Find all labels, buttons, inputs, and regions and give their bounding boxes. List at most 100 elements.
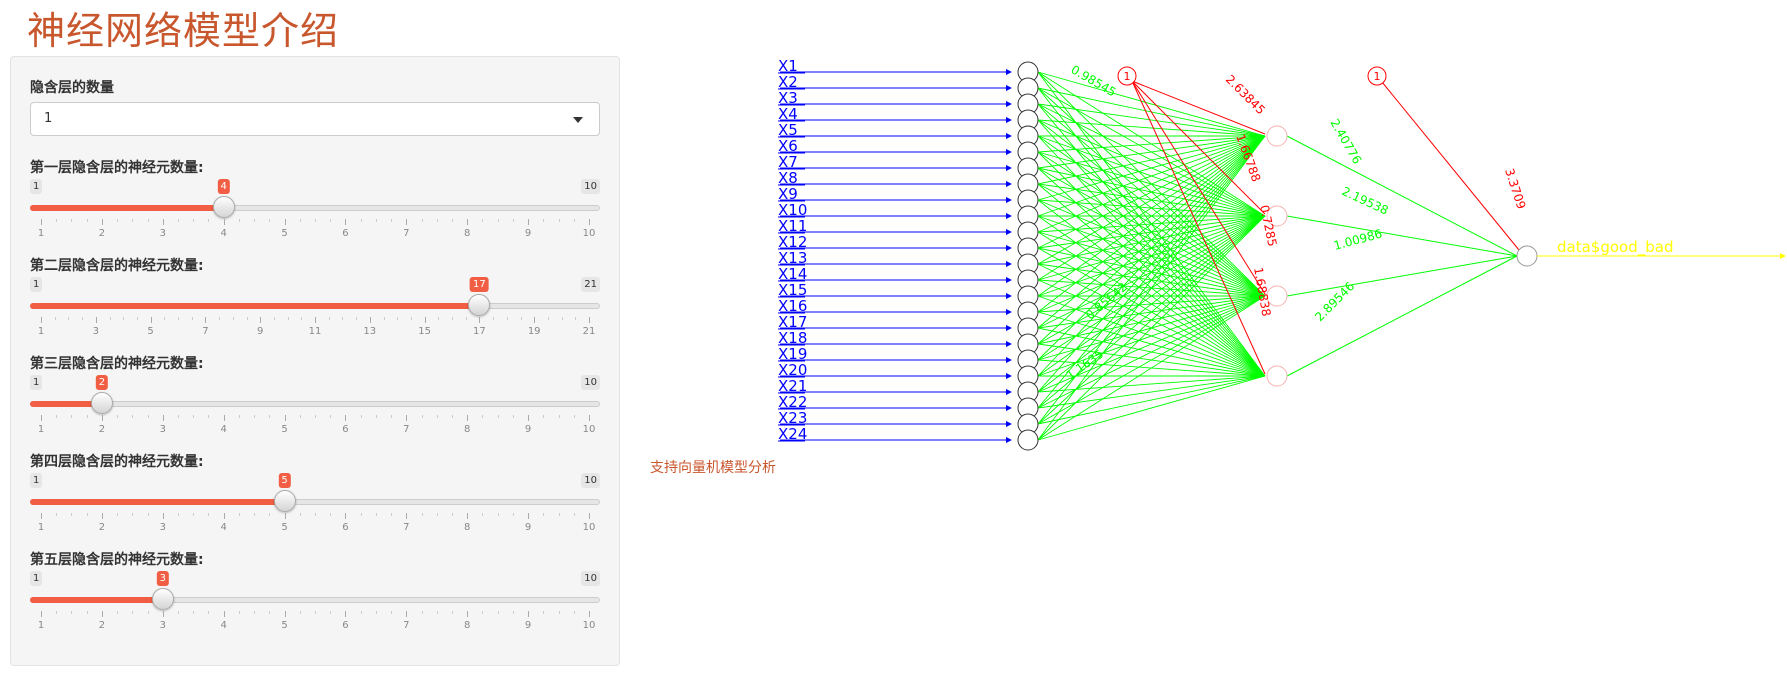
grid-label: 3 (92, 326, 99, 337)
grid-tick (260, 317, 262, 323)
grid-label: 4 (220, 522, 227, 533)
grid-label: 13 (363, 326, 377, 337)
grid-minor-tick (383, 317, 385, 320)
layer-1-neuron-slider[interactable]: 1 10 4 1 2 3 4 5 6 7 8 9 10 (30, 179, 600, 239)
grid-minor-tick (208, 513, 210, 516)
grid-minor-tick (520, 317, 522, 320)
grid-minor-tick (82, 317, 84, 320)
grid-minor-tick (232, 317, 234, 320)
grid-minor-tick (238, 219, 240, 222)
slider-3-label: 第三层隐含层的神经元数量: (30, 356, 204, 372)
slider-handle[interactable] (212, 196, 235, 218)
grid-minor-tick (178, 415, 179, 418)
grid-minor-tick (558, 611, 560, 614)
grid-minor-tick (86, 219, 88, 222)
weight-line (1037, 135, 1266, 201)
grid-tick (528, 611, 530, 617)
layer-5-neuron-slider[interactable]: 1 10 3 1 2 3 4 5 6 7 8 9 10 (30, 571, 600, 631)
grid-label: 9 (257, 326, 264, 337)
grid-minor-tick (493, 317, 495, 320)
layer-4-neuron-slider[interactable]: 1 10 5 1 2 3 4 5 6 7 8 9 10 (30, 473, 600, 533)
slider-value-label: 5 (278, 473, 291, 488)
weight-line (1037, 135, 1266, 281)
sidebar-panel: 隐含层的数量 1 第一层隐含层的神经元数量: 1 10 4 1 2 3 4 5 6 7 8 9 10 第二层… (10, 56, 620, 666)
grid-label: 1 (37, 620, 45, 631)
grid-minor-tick (482, 415, 484, 418)
grid-label: 8 (464, 522, 471, 533)
grid-tick (223, 611, 225, 617)
grid-minor-tick (123, 317, 125, 320)
grid-tick (162, 219, 164, 225)
slider-handle[interactable] (151, 588, 174, 610)
grid-minor-tick (299, 219, 301, 222)
grid-tick (223, 415, 225, 421)
grid-label: 8 (464, 620, 471, 631)
slider-grid: 1 2 3 4 5 6 7 8 9 10 (30, 219, 600, 239)
grid-tick (528, 415, 530, 421)
grid-minor-tick (193, 415, 195, 418)
grid-tick (162, 611, 164, 617)
grid-label: 4 (220, 424, 227, 435)
hidden-node (1266, 365, 1288, 387)
grid-minor-tick (117, 219, 119, 222)
grid-minor-tick (86, 611, 88, 614)
arrow-head (1006, 405, 1012, 411)
grid-label: 9 (524, 620, 532, 631)
grid-tick (345, 611, 347, 617)
grid-minor-tick (391, 611, 393, 614)
grid-minor-tick (375, 513, 377, 516)
grid-minor-tick (543, 611, 545, 614)
grid-minor-tick (86, 513, 88, 516)
grid-minor-tick (558, 513, 560, 516)
grid-minor-tick (117, 513, 119, 516)
slider-fill (30, 205, 224, 211)
grid-minor-tick (178, 611, 179, 614)
grid-tick (162, 513, 164, 519)
grid-minor-tick (315, 611, 316, 614)
grid-minor-tick (164, 317, 166, 320)
arrow-head (1006, 437, 1012, 443)
slider-4-label: 第四层隐含层的神经元数量: (30, 454, 204, 470)
output-weight-label: 1.00986 (1332, 227, 1384, 253)
grid-minor-tick (132, 513, 134, 516)
layer-3-neuron-slider[interactable]: 1 10 2 1 2 3 4 5 6 7 8 9 10 (30, 375, 600, 435)
output-label: data$good_bad (1557, 238, 1673, 257)
slider-handle[interactable] (90, 392, 113, 414)
grid-tick (406, 513, 408, 519)
grid-minor-tick (391, 219, 393, 222)
grid-label: 5 (147, 326, 154, 337)
grid-minor-tick (147, 513, 149, 516)
grid-minor-tick (132, 611, 134, 614)
slider-track[interactable] (30, 401, 600, 407)
arrow-head (1006, 149, 1012, 155)
hidden-layers-select[interactable]: 1 (30, 102, 600, 136)
grid-minor-tick (299, 415, 301, 418)
grid-minor-tick (438, 317, 440, 320)
grid-minor-tick (193, 219, 195, 222)
slider-handle[interactable] (468, 294, 491, 316)
grid-tick (41, 611, 42, 617)
grid-label: 5 (281, 620, 288, 631)
grid-minor-tick (56, 415, 58, 418)
grid-tick (284, 513, 286, 519)
grid-tick (315, 317, 316, 323)
grid-label: 6 (342, 424, 349, 435)
grid-minor-tick (193, 513, 195, 516)
layer-2-neuron-slider[interactable]: 1 21 17 1 3 5 7 9 11 13 15 17 19 21 (30, 277, 600, 337)
slider-max-label: 10 (581, 473, 600, 488)
grid-minor-tick (497, 611, 499, 614)
grid-tick (223, 513, 225, 519)
grid-label: 7 (403, 620, 410, 631)
grid-label: 6 (342, 522, 349, 533)
grid-tick (479, 317, 481, 323)
slider-handle[interactable] (273, 490, 296, 512)
slider-min-label: 1 (30, 571, 43, 586)
output-node (1516, 245, 1538, 267)
grid-label: 7 (403, 228, 410, 239)
grid-tick (101, 415, 103, 421)
grid-minor-tick (547, 317, 549, 320)
slider-grid: 1 3 5 7 9 11 13 15 17 19 21 (30, 317, 600, 337)
weight-line (1037, 135, 1266, 361)
grid-label: 4 (220, 228, 227, 239)
slider-fill (30, 303, 480, 309)
